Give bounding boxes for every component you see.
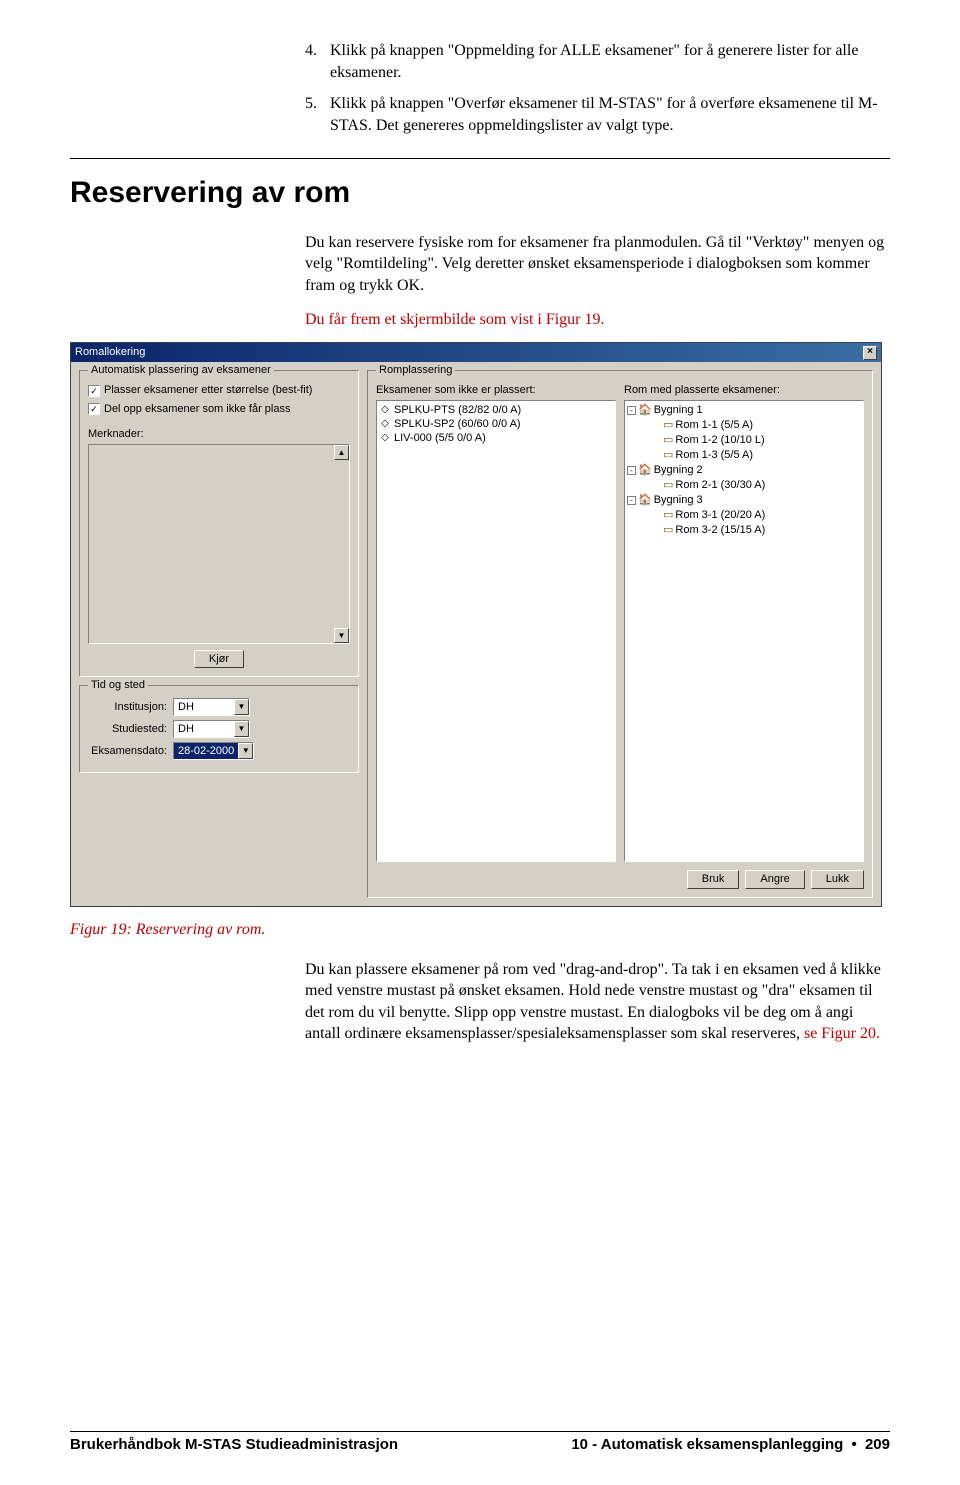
- room-icon: ▭: [663, 448, 673, 463]
- rooms-label: Rom med plasserte eksamener:: [624, 383, 864, 398]
- group-legend: Tid og sted: [88, 678, 148, 693]
- section-heading: Reservering av rom: [70, 173, 890, 214]
- group-legend: Romplassering: [376, 363, 455, 378]
- list-item: 5. Klikk på knappen "Overfør eksamener t…: [305, 93, 890, 136]
- tree-room[interactable]: ▭ Rom 1-2 (10/10 L): [627, 433, 861, 448]
- numbered-list: 4. Klikk på knappen "Oppmelding for ALLE…: [305, 40, 890, 136]
- checkbox-splitexams[interactable]: ✓: [88, 403, 100, 415]
- studiested-label: Studiested:: [88, 722, 173, 737]
- group-auto-placement: Automatisk plassering av eksamener ✓ Pla…: [79, 370, 359, 677]
- room-icon: ▭: [663, 433, 673, 448]
- checkbox-label: Plasser eksamener etter størrelse (best-…: [104, 383, 312, 398]
- exam-icon: ◇: [379, 403, 391, 417]
- tree-building[interactable]: - 🏠 Bygning 3: [627, 493, 861, 508]
- page-footer: Brukerhåndbok M-STAS Studieadministrasjo…: [70, 1431, 890, 1455]
- list-text: Klikk på knappen "Overfør eksamener til …: [330, 93, 890, 136]
- tree-room[interactable]: ▭ Rom 3-2 (15/15 A): [627, 523, 861, 538]
- tree-room[interactable]: ▭ Rom 2-1 (30/30 A): [627, 478, 861, 493]
- group-time-place: Tid og sted Institusjon: DH ▼ Studiested…: [79, 685, 359, 773]
- divider: [70, 158, 890, 159]
- institusjon-label: Institusjon:: [88, 700, 173, 715]
- bruk-button[interactable]: Bruk: [687, 870, 740, 889]
- unplaced-exams-label: Eksamener som ikke er plassert:: [376, 383, 616, 398]
- lukk-button[interactable]: Lukk: [811, 870, 864, 889]
- paragraph-highlight: Du får frem et skjermbilde som vist i Fi…: [305, 309, 890, 331]
- tree-room[interactable]: ▭ Rom 1-1 (5/5 A): [627, 418, 861, 433]
- scrollbar[interactable]: ▲ ▼: [334, 445, 349, 643]
- unplaced-exams-list[interactable]: ◇SPLKU-PTS (82/82 0/0 A)◇SPLKU-SP2 (60/6…: [376, 400, 616, 862]
- group-romplassering: Romplassering Eksamener som ikke er plas…: [367, 370, 873, 898]
- tree-building[interactable]: - 🏠 Bygning 2: [627, 463, 861, 478]
- close-icon[interactable]: ×: [863, 346, 877, 360]
- expand-icon[interactable]: -: [627, 406, 636, 415]
- list-item: 4. Klikk på knappen "Oppmelding for ALLE…: [305, 40, 890, 83]
- chevron-down-icon[interactable]: ▼: [234, 699, 249, 715]
- list-item[interactable]: ◇LIV-000 (5/5 0/0 A): [379, 431, 613, 445]
- list-number: 5.: [305, 93, 330, 136]
- paragraph: Du kan plassere eksamener på rom ved "dr…: [305, 959, 890, 1045]
- building-icon: 🏠: [638, 493, 652, 508]
- run-button[interactable]: Kjør: [194, 650, 244, 669]
- list-item[interactable]: ◇SPLKU-SP2 (60/60 0/0 A): [379, 417, 613, 431]
- tree-room[interactable]: ▭ Rom 3-1 (20/20 A): [627, 508, 861, 523]
- checkbox-bestfit[interactable]: ✓: [88, 385, 100, 397]
- exam-icon: ◇: [379, 431, 391, 445]
- footer-right: 10 - Automatisk eksamensplanlegging 209: [571, 1435, 890, 1455]
- scroll-up-icon[interactable]: ▲: [334, 445, 349, 460]
- dialog-titlebar[interactable]: Romallokering ×: [71, 343, 881, 362]
- group-legend: Automatisk plassering av eksamener: [88, 363, 274, 378]
- rooms-tree[interactable]: - 🏠 Bygning 1 ▭ Rom 1-1 (5/5 A) ▭ Rom 1-…: [624, 400, 864, 862]
- chevron-down-icon[interactable]: ▼: [238, 743, 253, 759]
- room-icon: ▭: [663, 478, 673, 493]
- building-icon: 🏠: [638, 403, 652, 418]
- studiested-combo[interactable]: DH ▼: [173, 720, 250, 738]
- tree-room[interactable]: ▭ Rom 1-3 (5/5 A): [627, 448, 861, 463]
- room-icon: ▭: [663, 508, 673, 523]
- list-text: Klikk på knappen "Oppmelding for ALLE ek…: [330, 40, 890, 83]
- checkbox-label: Del opp eksamener som ikke får plass: [104, 402, 290, 417]
- eksamensdato-label: Eksamensdato:: [88, 744, 173, 759]
- institusjon-combo[interactable]: DH ▼: [173, 698, 250, 716]
- room-icon: ▭: [663, 418, 673, 433]
- building-icon: 🏠: [638, 463, 652, 478]
- merknader-textarea[interactable]: ▲ ▼: [88, 444, 350, 644]
- expand-icon[interactable]: -: [627, 466, 636, 475]
- room-icon: ▭: [663, 523, 673, 538]
- scroll-down-icon[interactable]: ▼: [334, 628, 349, 643]
- paragraph: Du kan reservere fysiske rom for eksamen…: [305, 232, 890, 297]
- dialog-title: Romallokering: [75, 345, 145, 360]
- eksamensdato-combo[interactable]: 28-02-2000 ▼: [173, 742, 254, 760]
- footer-left: Brukerhåndbok M-STAS Studieadministrasjo…: [70, 1435, 398, 1455]
- angre-button[interactable]: Angre: [745, 870, 804, 889]
- exam-icon: ◇: [379, 417, 391, 431]
- list-item[interactable]: ◇SPLKU-PTS (82/82 0/0 A): [379, 403, 613, 417]
- figure-caption: Figur 19: Reservering av rom.: [70, 919, 890, 941]
- list-number: 4.: [305, 40, 330, 83]
- merknader-label: Merknader:: [88, 427, 350, 442]
- expand-icon[interactable]: -: [627, 496, 636, 505]
- romallokering-dialog: Romallokering × Automatisk plassering av…: [70, 342, 882, 907]
- chevron-down-icon[interactable]: ▼: [234, 721, 249, 737]
- tree-building[interactable]: - 🏠 Bygning 1: [627, 403, 861, 418]
